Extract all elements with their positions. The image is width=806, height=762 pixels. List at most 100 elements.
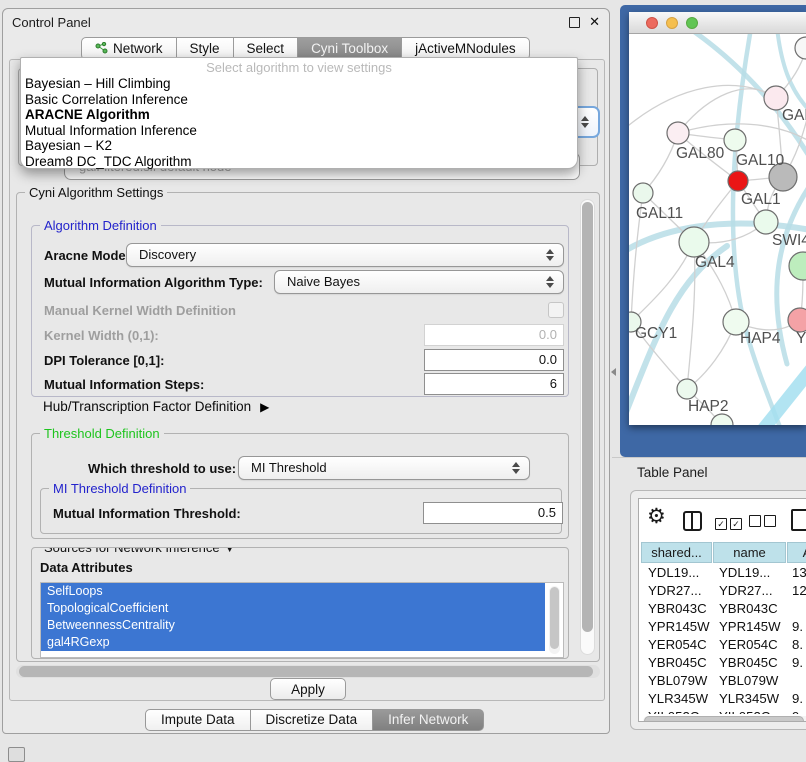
node-table: ⚙ ✓✓ shared...nameA YDL19...YDL19...13YD… [638, 498, 806, 722]
deselect-all-icon[interactable] [749, 515, 779, 530]
node-gal4[interactable] [679, 227, 709, 257]
tab-impute-data[interactable]: Impute Data [145, 709, 251, 731]
dropdown-options: Bayesian – Hill ClimbingBasic Correlatio… [21, 76, 577, 169]
minimized-panel-icon[interactable] [8, 747, 25, 762]
kernel-width-field: 0.0 [424, 324, 564, 346]
tab-label: Select [247, 38, 285, 59]
node-gal80[interactable] [667, 122, 689, 144]
table-cell: YBR045C [641, 654, 712, 672]
apply-button[interactable]: Apply [270, 678, 346, 700]
table-row[interactable]: YIL052CYIL052C9 [641, 708, 806, 714]
unchecked-box-icon [749, 515, 761, 527]
attribute-gal4rgexp[interactable]: gal4RGexp [41, 634, 545, 651]
splitter-collapse-icon[interactable] [611, 368, 616, 376]
table-row[interactable]: YDL19...YDL19...13 [641, 564, 806, 582]
dropdown-option-basic-correlation-inference[interactable]: Basic Correlation Inference [21, 92, 577, 108]
close-traffic-light[interactable] [646, 17, 658, 29]
attribute-selfloops[interactable]: SelfLoops [41, 583, 545, 600]
table-row[interactable]: YER054CYER054C8. [641, 636, 806, 654]
node-red[interactable] [728, 171, 748, 191]
data-attributes-list[interactable]: SelfLoopsTopologicalCoefficientBetweenne… [40, 582, 564, 658]
zoom-traffic-light[interactable] [686, 17, 698, 29]
settings-vertical-scrollbar[interactable] [580, 199, 595, 655]
dropdown-option-bayesian-k2[interactable]: Bayesian – K2 [21, 138, 577, 154]
table-cell: 9. [785, 618, 806, 636]
mi-threshold-definition-title: MI Threshold Definition [49, 481, 190, 496]
dropdown-option-aracne-algorithm[interactable]: ARACNE Algorithm [21, 107, 577, 123]
table-cell: YBL079W [712, 672, 785, 690]
node-top-cut[interactable] [795, 37, 806, 59]
network-canvas[interactable]: GALGAL80GAL10GAL1GAL11SWI4GAL4GCY1HAP4YH… [629, 34, 806, 425]
network-edge [687, 242, 695, 389]
table-cell: YBR045C [712, 654, 785, 672]
minimize-traffic-light[interactable] [666, 17, 678, 29]
tab-label: Cyni Toolbox [311, 38, 388, 59]
which-threshold-combobox[interactable]: MI Threshold [238, 456, 530, 480]
dropdown-option-bayesian-hill-climbing[interactable]: Bayesian – Hill Climbing [21, 76, 577, 92]
attribute-topologicalcoefficient[interactable]: TopologicalCoefficient [41, 600, 545, 617]
select-all-icon[interactable]: ✓✓ [715, 515, 745, 530]
table-row[interactable]: YBR045CYBR045C9. [641, 654, 806, 672]
table-row[interactable]: YBL079WYBL079W [641, 672, 806, 690]
table-cell [785, 600, 806, 618]
network-graph[interactable]: GALGAL80GAL10GAL1GAL11SWI4GAL4GCY1HAP4YH… [629, 34, 806, 425]
mi-threshold-field[interactable]: 0.5 [423, 502, 563, 524]
node-gal11[interactable] [633, 183, 653, 203]
gear-icon[interactable]: ⚙ [647, 506, 666, 527]
table-horizontal-scrollbar[interactable] [643, 716, 806, 722]
table-row[interactable]: YLR345WYLR345W9. [641, 690, 806, 708]
collapsed-arrow-icon[interactable]: ▶ [260, 400, 269, 414]
node-label-gal: GAL [782, 107, 806, 124]
algorithm-definition-group: Algorithm Definition Aracne Mode: Discov… [31, 225, 569, 397]
node-salmon[interactable] [788, 308, 806, 332]
mi-steps-field[interactable]: 6 [424, 373, 564, 395]
table-cell: YPR145W [712, 618, 785, 636]
mi-algorithm-type-combobox[interactable]: Naive Bayes [274, 270, 564, 294]
tab-infer-network[interactable]: Infer Network [372, 709, 484, 731]
dropdown-option-dream8-dc-tdc-algorithm[interactable]: Dream8 DC_TDC Algorithm [21, 154, 577, 170]
settings-horizontal-scrollbar-thumb[interactable] [19, 666, 593, 677]
table-cell: YLR345W [641, 690, 712, 708]
panel-divider [612, 457, 806, 458]
hub-transcription-factor-section[interactable]: Hub/Transcription Factor Definition▶ [43, 399, 269, 414]
table-cell: YIL052C [712, 708, 785, 714]
checked-box-icon: ✓ [715, 518, 727, 530]
column-header-a[interactable]: A [787, 542, 806, 563]
column-header-name[interactable]: name [713, 542, 786, 563]
node-hap2[interactable] [677, 379, 697, 399]
expanded-arrow-icon[interactable]: ▼ [223, 547, 236, 555]
attribute-betweennesscentrality[interactable]: BetweennessCentrality [41, 617, 545, 634]
tab-discretize-data[interactable]: Discretize Data [250, 709, 374, 731]
table-cell: YER054C [641, 636, 712, 654]
node-label-hap2: HAP2 [688, 398, 729, 415]
node-gal10[interactable] [724, 129, 746, 151]
settings-vertical-scrollbar-thumb[interactable] [582, 202, 593, 632]
attributes-list-scrollbar-thumb[interactable] [550, 587, 559, 649]
node-green-right[interactable] [789, 252, 806, 280]
column-visibility-icon[interactable] [683, 511, 702, 531]
table-export-icon[interactable] [791, 509, 806, 531]
attributes-list-scrollbar[interactable] [549, 586, 560, 654]
algorithm-dropdown-popup: Select algorithm to view settings Bayesi… [20, 57, 578, 169]
table-cell: 9 [785, 708, 806, 714]
close-icon[interactable]: ✕ [589, 14, 600, 30]
table-row[interactable]: YPR145WYPR145W9. [641, 618, 806, 636]
table-cell: YDL19... [641, 564, 712, 582]
node-swi4[interactable] [754, 210, 778, 234]
table-cell: YBL079W [641, 672, 712, 690]
data-attributes-header: Data Attributes [40, 560, 133, 575]
table-cell: 9. [785, 690, 806, 708]
table-row[interactable]: YBR043CYBR043C [641, 600, 806, 618]
settings-horizontal-scrollbar[interactable] [16, 665, 600, 678]
table-cell: YPR145W [641, 618, 712, 636]
aracne-mode-combobox[interactable]: Discovery [126, 243, 564, 267]
dropdown-option-mutual-information-inference[interactable]: Mutual Information Inference [21, 123, 577, 139]
table-row[interactable]: YDR27...YDR27...12 [641, 582, 806, 600]
table-horizontal-scrollbar-thumb[interactable] [644, 716, 804, 722]
aracne-mode-value: Discovery [139, 247, 196, 262]
table-cell: 13 [785, 564, 806, 582]
tab-label: jActiveMNodules [415, 38, 516, 59]
dpi-tolerance-field[interactable]: 0.0 [424, 349, 564, 371]
column-header-shared[interactable]: shared... [641, 542, 712, 563]
float-window-icon[interactable] [569, 17, 580, 28]
